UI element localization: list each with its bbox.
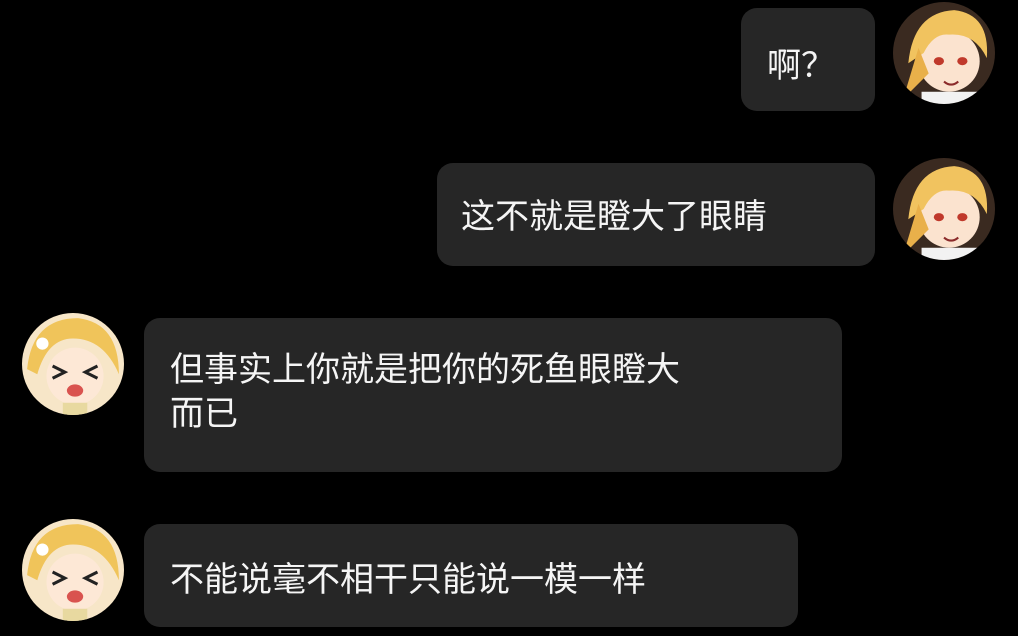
- message-bubble[interactable]: 啊？: [741, 8, 875, 111]
- message-text-line: 而已: [170, 394, 238, 434]
- message-text: 啊？: [767, 46, 835, 86]
- message-bubble[interactable]: 这不就是瞪大了眼睛: [437, 163, 875, 266]
- message-bubble[interactable]: 不能说毫不相干只能说一模一样: [144, 524, 798, 627]
- message-text: 这不就是瞪大了眼睛: [461, 197, 767, 237]
- message-text-line: 但事实上你就是把你的死鱼眼瞪大: [170, 350, 680, 390]
- avatar-blonde-girl-icon[interactable]: [22, 519, 124, 621]
- avatar-blonde-girl-icon-graphic: [22, 519, 124, 621]
- avatar-blonde-girl-icon[interactable]: [22, 313, 124, 415]
- avatar-blonde-boy-icon-graphic: [893, 2, 995, 104]
- avatar-blonde-boy-icon[interactable]: [893, 158, 995, 260]
- avatar-blonde-boy-icon[interactable]: [893, 2, 995, 104]
- avatar-blonde-boy-icon-graphic: [893, 158, 995, 260]
- avatar-blonde-girl-icon-graphic: [22, 313, 124, 415]
- message-bubble[interactable]: 但事实上你就是把你的死鱼眼瞪大 而已: [144, 318, 842, 472]
- message-text: 不能说毫不相干只能说一模一样: [170, 560, 646, 600]
